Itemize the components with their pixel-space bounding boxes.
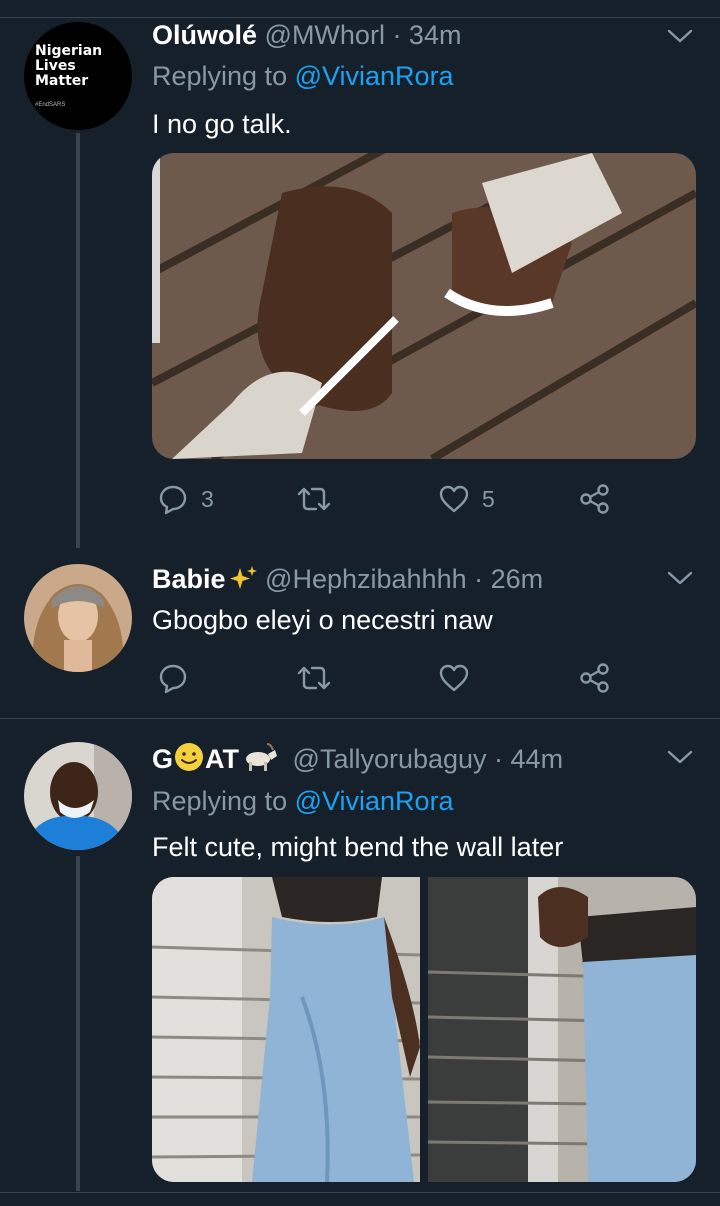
tweet-text: I no go talk. xyxy=(152,109,292,139)
replying-to: Replying to @VivianRora xyxy=(152,61,454,92)
goat-icon xyxy=(239,742,285,779)
replying-label: Replying to xyxy=(152,61,295,91)
share-icon xyxy=(580,663,609,693)
thread-line xyxy=(76,856,80,1191)
tweet-divider xyxy=(0,1192,720,1193)
heart-icon xyxy=(439,485,469,513)
top-divider xyxy=(0,17,720,18)
reply-button[interactable] xyxy=(157,662,189,694)
tweet-text: Felt cute, might bend the wall later xyxy=(152,832,564,862)
chevron-down-icon[interactable] xyxy=(666,747,694,767)
avatar[interactable]: Nigerian Lives Matter #EndSARS xyxy=(24,22,132,130)
tweet-header: Babie @Hephzibahhhh · 26m xyxy=(152,564,543,599)
reply-button[interactable]: 3 xyxy=(157,483,214,515)
avatar[interactable] xyxy=(24,564,132,672)
heart-icon xyxy=(439,664,469,692)
avatar-text-line: Nigerian xyxy=(35,43,103,59)
tweet-text: Gbogbo eleyi o necestri naw xyxy=(152,605,493,635)
tweet-divider xyxy=(0,718,720,719)
display-name[interactable]: Babie xyxy=(152,564,226,594)
thread-line xyxy=(76,133,80,548)
tweet-image[interactable] xyxy=(152,153,696,459)
tweet-image[interactable] xyxy=(152,877,420,1182)
share-button[interactable] xyxy=(579,483,611,515)
share-icon xyxy=(580,484,609,514)
handle-time[interactable]: @Tallyorubaguy · 44m xyxy=(293,744,564,774)
tweet-header: Olúwolé @MWhorl · 34m xyxy=(152,20,461,51)
chevron-down-icon[interactable] xyxy=(666,568,694,588)
handle-time[interactable]: @Hephzibahhhh · 26m xyxy=(265,564,543,594)
replying-label: Replying to xyxy=(152,786,295,816)
reply-icon xyxy=(159,485,187,515)
handle-time[interactable]: @MWhorl · 34m xyxy=(265,20,462,50)
chevron-down-icon[interactable] xyxy=(666,26,694,46)
display-name-suffix[interactable]: AT xyxy=(205,744,239,774)
avatar-hashtag: #EndSARS xyxy=(35,102,66,108)
retweet-button[interactable] xyxy=(296,483,332,515)
like-button[interactable] xyxy=(438,662,470,694)
replying-to-link[interactable]: @VivianRora xyxy=(295,61,454,91)
smiley-icon xyxy=(173,742,205,779)
replying-to-link[interactable]: @VivianRora xyxy=(295,786,454,816)
tweet-header: G AT @Tallyorubaguy · 44m xyxy=(152,742,563,779)
avatar-text-line: Lives xyxy=(35,58,76,74)
replying-to: Replying to @VivianRora xyxy=(152,786,454,817)
like-button[interactable]: 5 xyxy=(438,483,495,515)
like-count: 5 xyxy=(482,485,495,512)
retweet-icon xyxy=(297,487,331,511)
retweet-button[interactable] xyxy=(296,662,332,694)
reply-icon xyxy=(159,664,187,694)
display-name[interactable]: Olúwolé xyxy=(152,20,257,50)
reply-count: 3 xyxy=(201,485,214,512)
sparkles-icon xyxy=(226,566,258,599)
retweet-icon xyxy=(297,666,331,690)
avatar-text-line: Matter xyxy=(35,73,89,89)
share-button[interactable] xyxy=(579,662,611,694)
display-name-prefix[interactable]: G xyxy=(152,744,173,774)
avatar[interactable] xyxy=(24,742,132,850)
tweet-image[interactable] xyxy=(428,877,696,1182)
